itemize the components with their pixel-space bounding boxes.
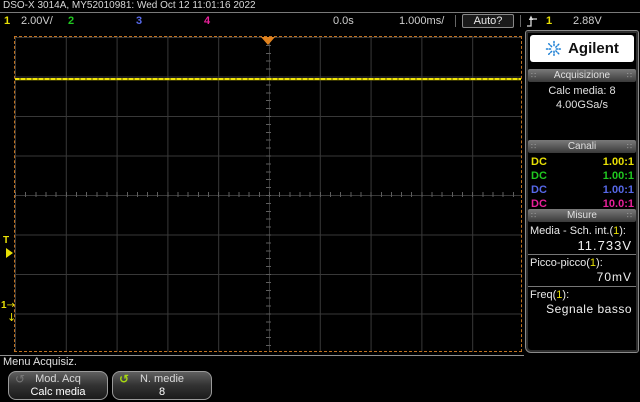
right-arrow-icon: → [6,300,15,311]
brand-logo: Agilent [530,35,634,62]
trigger-level-label: T [3,235,10,246]
drag-handle-icon: ∷ [531,211,538,220]
offscreen-down-arrow-icon: ↓ [7,311,17,324]
channel4-number[interactable]: 4 [204,14,210,29]
softkey-acq-mode[interactable]: ↺ Mod. Acq Calc media [8,371,108,400]
measure-mean-label: Media - Sch. int.(1): [530,225,626,237]
acquisition-title: Acquisizione [553,70,611,81]
acquisition-mode-readout: Calc media: 8 [548,85,616,97]
drag-handle-icon: ∷ [531,142,538,151]
cycle-arrow-icon: ↺ [15,372,26,386]
softkey-value: Calc media [30,386,86,398]
softkey-num-averages[interactable]: ↺ N. medie 8 [112,371,212,400]
trigger-level-readout: 2.88V [573,15,602,27]
delay-readout: 0.0s [333,15,354,27]
channel2-row[interactable]: DC 1.00:1 [531,170,634,183]
channels-section-header[interactable]: ∷ Canali ∷ [528,140,636,153]
divider [528,254,636,255]
oscilloscope-screen: DSO-X 3014A, MY52010981: Wed Oct 12 11:0… [0,0,640,402]
channel1-row[interactable]: DC 1.00:1 [531,156,634,169]
timebase-readout: 1.000ms/ [399,15,445,27]
trigger-level-arrow-icon[interactable] [6,248,13,258]
divider [528,286,636,287]
channel3-number[interactable]: 3 [136,14,142,29]
drag-handle-icon: ∷ [531,71,538,80]
measure-peakpeak-value: 70mV [596,270,632,284]
measure-freq-label: Freq(1): [530,289,570,301]
drag-handle-icon: ∷ [626,211,633,220]
trigger-mode-badge: Auto? [462,14,514,28]
acquisition-section-header[interactable]: ∷ Acquisizione ∷ [528,69,636,82]
channel1-scale[interactable]: 2.00V/ [21,14,53,29]
agilent-starburst-icon [545,40,563,57]
measure-mean-value: 11.733V [577,238,632,253]
measure-peakpeak-label: Picco-picco(1): [530,257,603,269]
drag-handle-icon: ∷ [626,71,633,80]
separator [455,15,456,27]
softkey-value: 8 [158,386,166,398]
title-bar: DSO-X 3014A, MY52010981: Wed Oct 12 11:0… [0,0,640,13]
horizontal-axis-ticks [15,192,521,197]
measure-freq-value: Segnale basso [546,302,632,316]
channel2-number[interactable]: 2 [68,14,74,29]
status-bar: 1 2.00V/ 2 3 4 0.0s 1.000ms/ Auto? 1 2.8… [0,14,640,29]
trigger-position-marker-icon[interactable] [261,37,275,45]
measures-section-header[interactable]: ∷ Misure ∷ [528,209,636,222]
channel1-trace [15,78,521,80]
model-serial-datetime: DSO-X 3014A, MY52010981: Wed Oct 12 11:0… [3,0,256,11]
measures-title: Misure [566,210,597,221]
sample-rate-readout: 4.00GSa/s [556,99,608,111]
separator [520,15,521,27]
channel3-row[interactable]: DC 1.00:1 [531,184,634,197]
waveform-display: T 1→ ↓ [0,29,524,356]
menu-title: Menu Acquisiz. [3,356,77,368]
channels-title: Canali [567,141,597,152]
drag-handle-icon: ∷ [626,142,633,151]
trigger-source: 1 [546,15,553,27]
cycle-arrow-icon: ↺ [119,372,130,386]
brand-name: Agilent [568,40,619,57]
channel1-number[interactable]: 1 [4,14,10,29]
channel1-ground-marker[interactable]: 1→ [1,301,15,311]
sidebar: Agilent ∷ Acquisizione ∷ Calc media: 8 4… [525,30,639,353]
